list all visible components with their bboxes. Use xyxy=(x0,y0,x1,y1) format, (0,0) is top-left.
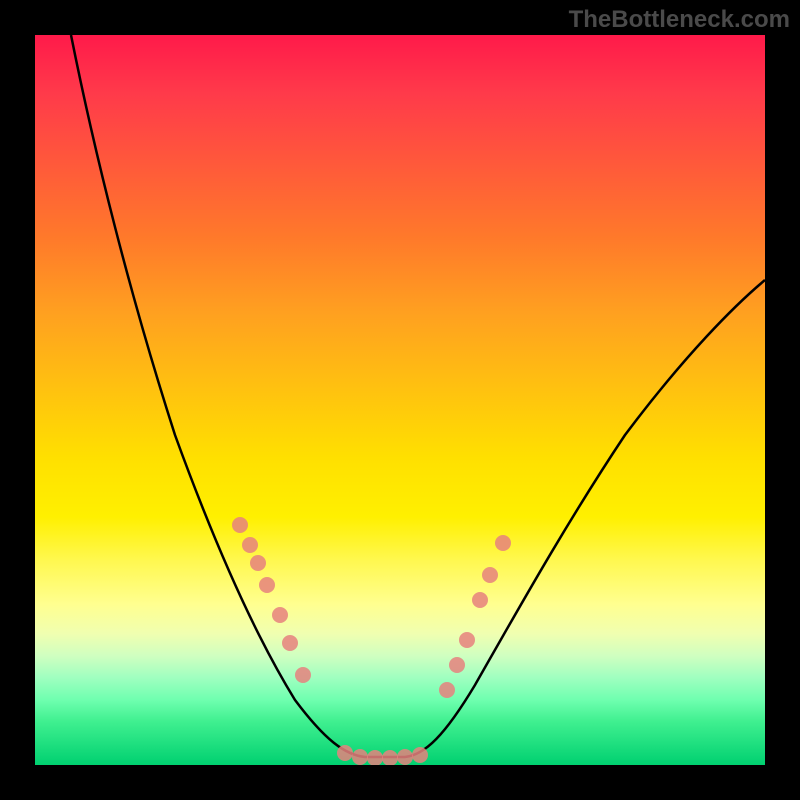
chart-plot-area xyxy=(35,35,765,765)
watermark-text: TheBottleneck.com xyxy=(569,6,790,34)
chart-svg xyxy=(35,35,765,765)
bottleneck-curve-line xyxy=(71,35,765,757)
marker-group xyxy=(232,517,511,765)
